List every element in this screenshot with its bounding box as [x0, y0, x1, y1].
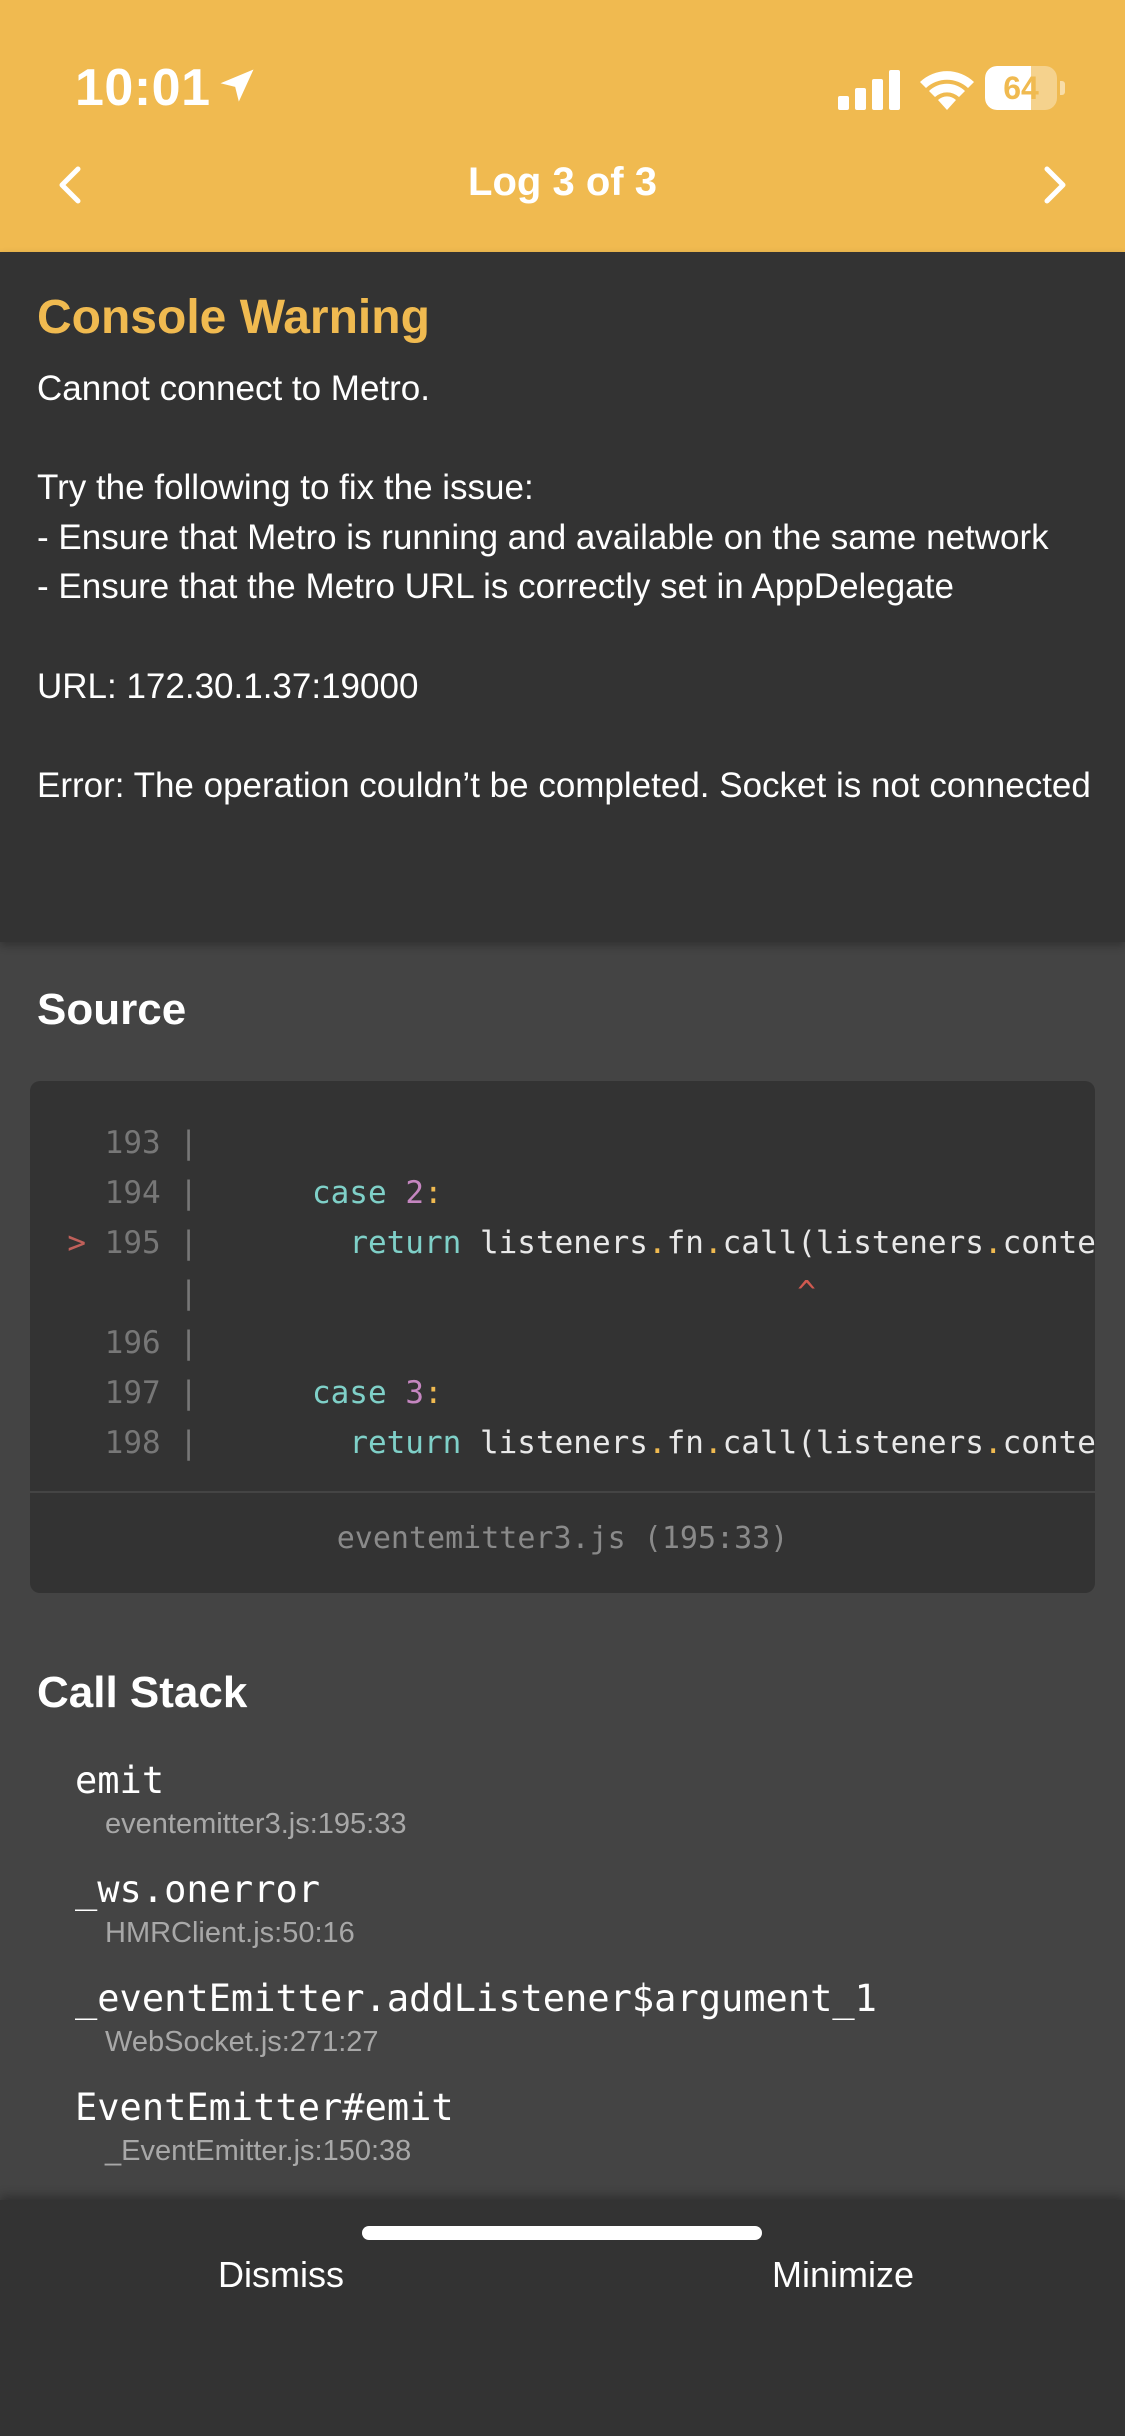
- code-token: return: [349, 1425, 462, 1461]
- code-line-gutter: 198 |: [30, 1418, 200, 1468]
- code-token: :: [423, 1175, 443, 1211]
- stack-frame[interactable]: EventEmitter#emit _EventEmitter.js:150:3…: [75, 2085, 1075, 2171]
- code-token: .: [703, 1425, 723, 1461]
- code-token: .: [647, 1225, 667, 1261]
- code-token: listeners: [461, 1425, 648, 1461]
- battery-level: 64: [1003, 70, 1039, 106]
- code-line-gutter: 197 |: [30, 1368, 200, 1418]
- home-indicator[interactable]: [362, 2226, 762, 2240]
- log-message-text: Cannot connect to Metro. Try the followi…: [37, 369, 1091, 805]
- code-line-content: return listeners.fn.call(listeners.conte…: [200, 1218, 1095, 1268]
- code-token: listeners: [461, 1225, 648, 1261]
- code-line-gutter: 193 |: [30, 1118, 200, 1168]
- code-token: .: [983, 1225, 1003, 1261]
- code-line: 196 |: [30, 1318, 1095, 1368]
- code-line-content: ^: [200, 1268, 816, 1318]
- code-token: context, a1, a2);: [1002, 1425, 1095, 1461]
- log-message-panel: Console Warning Cannot connect to Metro.…: [0, 252, 1125, 942]
- code-token: call(listeners: [722, 1425, 984, 1461]
- code-line: 194 | case 2:: [30, 1168, 1095, 1218]
- source-section-title: Source: [37, 985, 187, 1034]
- code-token: case: [311, 1175, 387, 1211]
- current-line-marker: [30, 1375, 105, 1411]
- log-counter-title: Log 3 of 3: [468, 160, 657, 204]
- minimize-button[interactable]: Minimize: [562, 2200, 1124, 2350]
- code-frame: 193 | 194 | case 2: > 195 | return liste…: [30, 1081, 1095, 1593]
- code-line: 193 |: [30, 1118, 1095, 1168]
- code-token: context, a1);: [1002, 1225, 1095, 1261]
- line-number: 197 |: [104, 1375, 198, 1411]
- code-frame-divider: [30, 1491, 1095, 1493]
- call-stack-section-title: Call Stack: [37, 1668, 248, 1717]
- stack-frame-method: _ws.onerror: [75, 1868, 321, 1911]
- code-token: .: [983, 1425, 1003, 1461]
- line-number: 195 |: [104, 1225, 198, 1261]
- current-line-marker: [30, 1325, 105, 1361]
- code-line-gutter: 196 |: [30, 1318, 200, 1368]
- battery-nub: [1060, 81, 1065, 95]
- log-level-title: Console Warning: [37, 291, 430, 344]
- code-token: call(listeners: [722, 1225, 984, 1261]
- battery-body: 64: [985, 66, 1057, 110]
- code-token: 2: [405, 1175, 424, 1211]
- code-token: fn: [666, 1425, 704, 1461]
- status-time: 10:01: [75, 59, 211, 117]
- stack-frame-location: HMRClient.js:50:16: [105, 1917, 355, 1949]
- current-line-marker: >: [30, 1225, 105, 1261]
- location-arrow-icon: [220, 69, 254, 102]
- code-token: :: [423, 1375, 443, 1411]
- current-line-marker: [30, 1425, 105, 1461]
- code-token: ^: [797, 1275, 816, 1311]
- stack-frame[interactable]: _ws.onerror HMRClient.js:50:16: [75, 1867, 1075, 1953]
- cellular-signal-icon: [838, 70, 900, 110]
- code-line-content: case 3:: [200, 1368, 443, 1418]
- code-lines: 193 | 194 | case 2: > 195 | return liste…: [30, 1118, 1095, 1538]
- code-token: .: [703, 1225, 723, 1261]
- code-line: 198 | return listeners.fn.call(listeners…: [30, 1418, 1095, 1468]
- stack-frame-location: WebSocket.js:271:27: [105, 2026, 379, 2058]
- line-number: 198 |: [104, 1425, 198, 1461]
- current-line-marker: [30, 1125, 105, 1161]
- stack-frame-location: eventemitter3.js:195:33: [105, 1808, 407, 1840]
- code-line: 197 | case 3:: [30, 1368, 1095, 1418]
- code-line-content: case 2:: [200, 1168, 443, 1218]
- stack-frame-method: emit: [75, 1759, 165, 1802]
- code-line-gutter: |: [30, 1268, 200, 1318]
- code-frame-location[interactable]: eventemitter3.js (195:33): [30, 1521, 1095, 1556]
- code-token: 3: [405, 1375, 424, 1411]
- code-line: > 195 | return listeners.fn.call(listene…: [30, 1218, 1095, 1268]
- code-line: | ^: [30, 1268, 1095, 1318]
- code-line-gutter: > 195 |: [30, 1218, 200, 1268]
- line-number: 193 |: [104, 1125, 198, 1161]
- chevron-right-icon[interactable]: [1025, 155, 1085, 215]
- code-token: case: [311, 1375, 387, 1411]
- dismiss-button[interactable]: Dismiss: [0, 2200, 562, 2350]
- line-number: 194 |: [104, 1175, 198, 1211]
- stack-frame[interactable]: emit eventemitter3.js:195:33: [75, 1758, 1075, 1844]
- code-token: return: [349, 1225, 462, 1261]
- stack-frame-method: EventEmitter#emit: [75, 2086, 454, 2129]
- code-token: .: [647, 1425, 667, 1461]
- code-line-content: return listeners.fn.call(listeners.conte…: [200, 1418, 1095, 1468]
- line-number: 196 |: [104, 1325, 198, 1361]
- stack-frame-location: _EventEmitter.js:150:38: [105, 2135, 412, 2167]
- stack-frame[interactable]: _eventEmitter.addListener$argument_1 Web…: [75, 1976, 1075, 2062]
- code-line-gutter: 194 |: [30, 1168, 200, 1218]
- wifi-icon: [920, 71, 974, 110]
- code-token: fn: [666, 1225, 704, 1261]
- stack-frame-method: _eventEmitter.addListener$argument_1: [75, 1977, 877, 2020]
- current-line-marker: [30, 1275, 105, 1311]
- header-bar: 10:01 64 Log 3 of 3: [0, 0, 1125, 252]
- current-line-marker: [30, 1175, 105, 1211]
- battery-icon: 64: [985, 66, 1065, 110]
- line-number: |: [104, 1275, 198, 1311]
